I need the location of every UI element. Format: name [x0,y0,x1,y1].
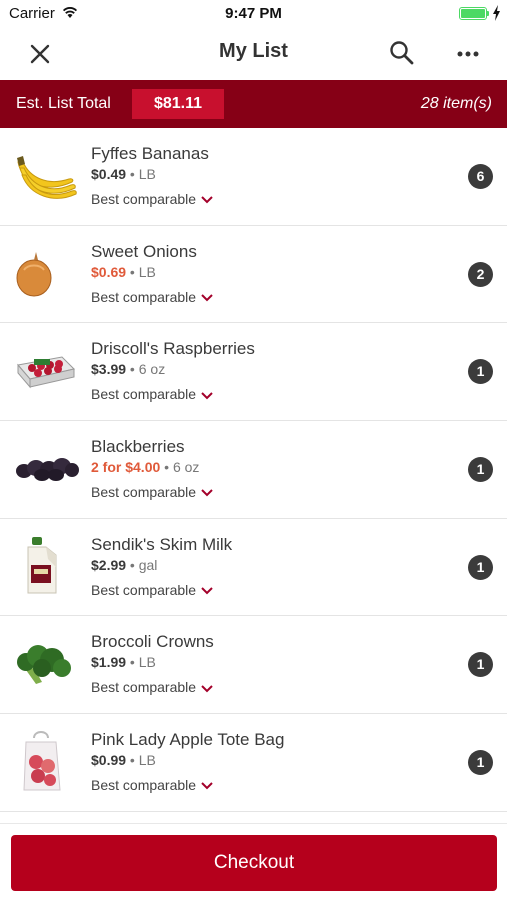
total-amount: $81.11 [132,89,224,119]
chevron-down-icon [201,782,213,790]
item-price: $2.99 [91,556,127,573]
price-line: $0.69 • LB [91,263,156,280]
substitution-label: Best comparable [91,679,197,696]
item-name: Blackberries [91,437,185,457]
substitution-label: Best comparable [91,484,197,501]
price-line: $3.99 • 6 oz [91,361,166,378]
substitution-dropdown[interactable]: Best comparable [91,289,214,305]
item-price: $0.49 [91,166,127,182]
charging-icon [493,5,500,21]
item-count: 28 item(s) [420,95,492,112]
item-unit: 6 oz [138,361,166,378]
clock: 9:47 PM [225,5,282,22]
quantity-badge[interactable]: 2 [468,261,493,287]
list-item[interactable]: Fyffes Bananas $0.49 • LB Best comparabl… [0,128,507,226]
onion-thumbnail [16,251,52,297]
substitution-dropdown[interactable]: Best comparable [91,582,214,598]
substitution-dropdown[interactable]: Best comparable [91,484,214,500]
more-icon[interactable] [452,40,484,68]
list-total-bar: Est. List Total $81.11 28 item(s) [0,80,507,128]
quantity-badge[interactable]: 1 [468,554,493,580]
item-unit: LB [138,654,156,671]
item-unit: LB [138,166,156,182]
status-bar: Carrier 9:47 PM [0,0,507,28]
checkout-button[interactable]: Checkout [11,835,497,891]
chevron-down-icon [201,489,213,497]
quantity-badge[interactable]: 6 [468,164,493,189]
list-item[interactable]: Sendik's Skim Milk $2.99 • gal Best comp… [0,519,507,617]
substitution-dropdown[interactable]: Best comparable [91,679,214,695]
item-name: Sweet Onions [91,241,197,261]
chevron-down-icon [201,391,213,400]
list-item[interactable]: Driscoll's Raspberries $3.99 • 6 oz Best… [0,323,507,422]
item-name: Broccoli Crowns [91,632,214,652]
chevron-down-icon [201,685,213,693]
apple-bag-thumbnail [23,731,61,791]
broccoli-thumbnail [17,645,71,685]
substitution-dropdown[interactable]: Best comparable [91,386,214,402]
battery-tip [487,11,489,16]
quantity-badge[interactable]: 1 [468,750,493,776]
total-label: Est. List Total [16,95,111,112]
item-name: Sendik's Skim Milk [91,534,233,554]
substitution-label: Best comparable [91,777,197,794]
item-price: 2 for $4.00 [91,459,161,476]
substitution-dropdown[interactable]: Best comparable [91,777,214,793]
price-line: $0.99 • LB [91,752,156,769]
bananas-thumbnail [17,156,77,199]
shopping-list: Fyffes Bananas $0.49 • LB Best comparabl… [0,128,507,812]
price-line: $1.99 • LB [91,654,156,671]
chevron-down-icon [201,294,213,302]
price-line: $0.49 • LB [91,166,156,182]
quantity-badge[interactable]: 1 [468,652,493,678]
raspberries-thumbnail [17,356,75,389]
substitution-label: Best comparable [91,581,197,598]
checkout-footer: Checkout [0,823,507,900]
list-item[interactable]: Pink Lady Apple Tote Bag $0.99 • LB Best… [0,714,507,812]
item-price: $3.99 [91,361,127,378]
item-name: Fyffes Bananas [91,144,209,163]
list-item[interactable]: Broccoli Crowns $1.99 • LB Best comparab… [0,616,507,715]
item-unit: LB [138,752,156,769]
search-icon[interactable] [388,39,416,67]
battery-icon [459,7,487,20]
substitution-dropdown[interactable]: Best comparable [91,191,214,207]
item-price: $0.99 [91,752,127,769]
substitution-label: Best comparable [91,386,197,403]
price-line: 2 for $4.00 • 6 oz [91,459,200,476]
item-price: $0.69 [91,263,127,280]
item-price: $1.99 [91,654,127,671]
list-item[interactable]: Sweet Onions $0.69 • LB Best comparable … [0,226,507,324]
page-title: My List [219,40,288,62]
chevron-down-icon [201,196,213,204]
nav-bar: My List [0,28,507,80]
quantity-badge[interactable]: 1 [468,457,493,483]
quantity-badge[interactable]: 1 [468,359,493,385]
substitution-label: Best comparable [91,288,197,305]
battery-level [461,9,485,18]
item-unit: 6 oz [172,459,200,476]
item-unit: gal [138,556,158,573]
item-name: Driscoll's Raspberries [91,339,255,359]
list-item[interactable]: Blackberries 2 for $4.00 • 6 oz Best com… [0,421,507,519]
milk-jug-thumbnail [27,536,57,594]
substitution-label: Best comparable [91,191,197,207]
item-name: Pink Lady Apple Tote Bag [91,730,285,750]
chevron-down-icon [201,587,213,595]
price-line: $2.99 • gal [91,556,158,573]
item-unit: LB [138,263,156,280]
blackberries-thumbnail [16,458,79,482]
